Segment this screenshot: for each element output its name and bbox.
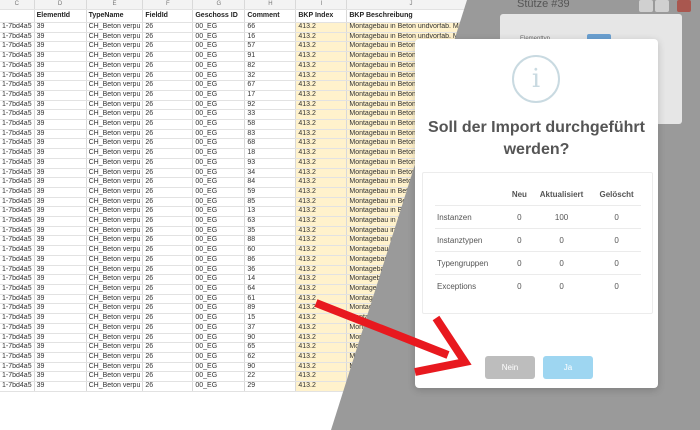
arrow-shaft bbox=[314, 299, 450, 359]
annotation-arrow bbox=[314, 299, 472, 376]
